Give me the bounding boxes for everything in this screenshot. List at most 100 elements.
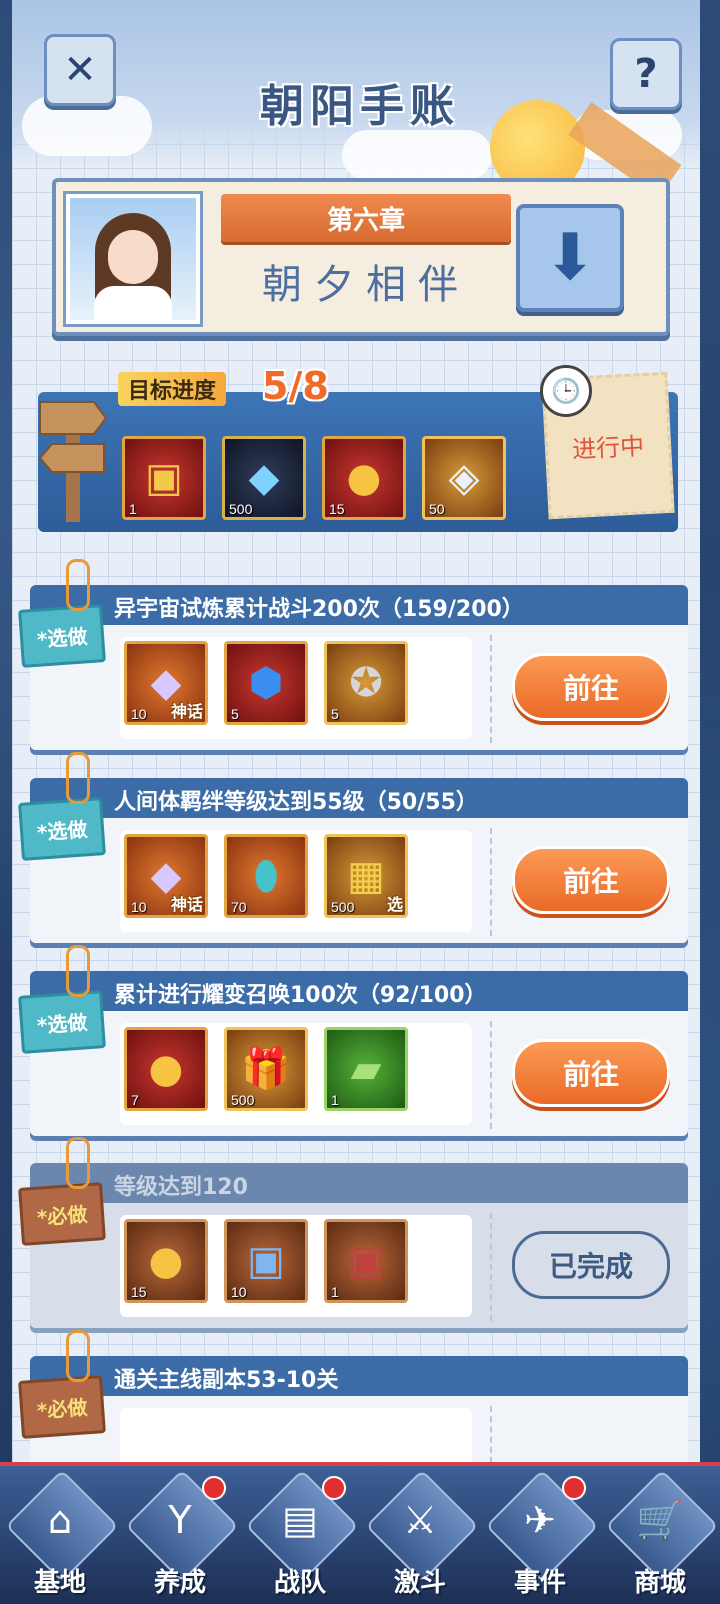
nav-item-base[interactable]: ⌂ 基地 [0, 1466, 120, 1604]
reward-item[interactable]: 🎁 500 [224, 1027, 308, 1111]
reward-item[interactable]: ▦ 500 选 [324, 834, 408, 918]
reward-count: 7 [131, 1092, 139, 1108]
task-title: 等级达到120 [114, 1175, 248, 1200]
close-button[interactable]: ✕ [44, 34, 116, 106]
team-cards-icon: ▤ [282, 1498, 318, 1542]
capsule-icon: ⬮ [253, 853, 279, 899]
avatar [66, 194, 200, 324]
go-button[interactable]: 前往 [512, 846, 670, 914]
treasure-chest-icon: ▣ [145, 455, 183, 501]
nav-item-upgrade[interactable]: Y 养成 [120, 1466, 240, 1604]
task-card: 累计进行耀变召唤100次（92/100） *选做 ● 7 🎁 500 ▰ 1 前往 [18, 945, 688, 1136]
paperclip-icon [66, 752, 90, 804]
reward-count: 50 [429, 501, 445, 517]
divider [490, 1213, 492, 1321]
nav-label: 战队 [273, 1568, 326, 1598]
task-tag: *选做 [18, 990, 106, 1054]
reward-count: 1 [331, 1284, 339, 1300]
reward-count: 15 [329, 501, 345, 517]
clock-icon: 🕒 [540, 365, 592, 417]
nav-item-event-jet[interactable]: ✈ 事件 [480, 1466, 600, 1604]
reward-count: 500 [229, 501, 253, 517]
battle-icon: ⚔ [402, 1498, 438, 1542]
goal-progress: 5/8 [262, 364, 329, 408]
paperclip-icon [66, 559, 90, 611]
paperclip-icon [66, 945, 90, 997]
notification-dot [322, 1476, 346, 1500]
reward-count: 15 [131, 1284, 147, 1300]
divider [490, 828, 492, 936]
reward-item[interactable]: ▣ 1 [122, 436, 206, 520]
blue-gem-icon: ⬢ [248, 660, 284, 706]
upgrade-icon: Y [168, 1498, 192, 1542]
bottom-nav: ⌂ 基地 Y 养成 ▤ 战队 ⚔ 激斗 ✈ 事件 🛒 商城 [0, 1462, 720, 1604]
reward-item[interactable]: ◆ 10 神话 [124, 834, 208, 918]
task-title: 异宇宙试炼累计战斗200次（159/200） [114, 597, 524, 622]
task-tag: *必做 [18, 1375, 106, 1439]
task-tag: *必做 [18, 1182, 106, 1246]
prism-crystal-icon: ◈ [448, 455, 480, 501]
reward-count: 500 [231, 1092, 255, 1108]
task-card: 异宇宙试炼累计战斗200次（159/200） *选做 ◆ 10 神话 ⬢ 5 ✪ 5 前往 [18, 559, 688, 750]
go-button[interactable]: 前往 [512, 653, 670, 721]
nav-label: 事件 [513, 1568, 566, 1598]
signpost-icon [38, 401, 108, 522]
reward-count: 5 [231, 706, 239, 722]
notification-dot [562, 1476, 586, 1500]
reward-item[interactable]: ✪ 5 [324, 641, 408, 725]
reward-count: 5 [331, 706, 339, 722]
task-card: 等级达到120 *必做 ● 15 ▣ 10 ▣ 1 已完成 [18, 1137, 688, 1328]
reward-count: 500 [331, 899, 355, 915]
chapter-select-button[interactable]: ⬇ [516, 204, 624, 312]
shop-cart-icon: 🛒 [636, 1498, 684, 1542]
reward-item[interactable]: ▣ 1 [324, 1219, 408, 1303]
task-title: 通关主线副本53-10关 [114, 1368, 339, 1393]
gift-box-icon: 🎁 [241, 1046, 291, 1092]
nav-item-battle[interactable]: ⚔ 激斗 [360, 1466, 480, 1604]
reward-tag: 神话 [170, 895, 203, 914]
green-bag-icon: ▰ [350, 1046, 382, 1092]
chapter-name: 朝夕相伴 [262, 262, 470, 308]
blue-crystal-icon: ◆ [248, 455, 280, 501]
reward-item[interactable]: ● 15 [322, 436, 406, 520]
emblem-badge-icon: ✪ [349, 660, 383, 706]
reward-item[interactable]: ◆ 10 神话 [124, 641, 208, 725]
reward-item[interactable]: ● 15 [124, 1219, 208, 1303]
reward-item[interactable]: ⬮ 70 [224, 834, 308, 918]
notification-dot [202, 1476, 226, 1500]
divider [490, 635, 492, 743]
task-tag: *选做 [18, 604, 106, 668]
reward-item[interactable]: ▣ 10 [224, 1219, 308, 1303]
help-icon: ? [634, 51, 658, 97]
completed-button: 已完成 [512, 1231, 670, 1299]
legend-medal-icon: ● [148, 1046, 184, 1092]
nav-label: 基地 [33, 1568, 86, 1598]
chapter-number: 第六章 [195, 194, 537, 244]
reward-count: 1 [331, 1092, 339, 1108]
reward-count: 10 [131, 706, 147, 722]
reward-item[interactable]: ▰ 1 [324, 1027, 408, 1111]
reward-count: 10 [231, 1284, 247, 1300]
reward-item[interactable]: ◈ 50 [422, 436, 506, 520]
red-chest-icon: ▣ [347, 1238, 385, 1284]
page-title: 朝阳手账 [260, 81, 460, 132]
nav-item-team-cards[interactable]: ▤ 战队 [240, 1466, 360, 1604]
reward-item[interactable]: ● 7 [124, 1027, 208, 1111]
reward-tag: 神话 [170, 702, 203, 721]
nav-item-shop-cart[interactable]: 🛒 商城 [600, 1466, 720, 1604]
task-card: 人间体羁绊等级达到55级（50/55） *选做 ◆ 10 神话 ⬮ 70 ▦ 500 选 前往 [18, 752, 688, 943]
reward-item[interactable]: ◆ 500 [222, 436, 306, 520]
help-button[interactable]: ? [610, 38, 682, 110]
go-button[interactable]: 前往 [512, 1039, 670, 1107]
reward-item[interactable]: ⬢ 5 [224, 641, 308, 725]
task-tag: *选做 [18, 797, 106, 861]
nav-label: 养成 [153, 1568, 206, 1598]
divider [490, 1021, 492, 1129]
task-title: 人间体羁绊等级达到55级（50/55） [114, 790, 478, 815]
reward-tag: 选 [386, 895, 403, 914]
reward-count: 1 [129, 501, 137, 517]
nav-label: 激斗 [393, 1568, 446, 1598]
reward-count: 10 [131, 899, 147, 915]
base-icon: ⌂ [47, 1498, 73, 1542]
task-title: 累计进行耀变召唤100次（92/100） [114, 983, 487, 1008]
